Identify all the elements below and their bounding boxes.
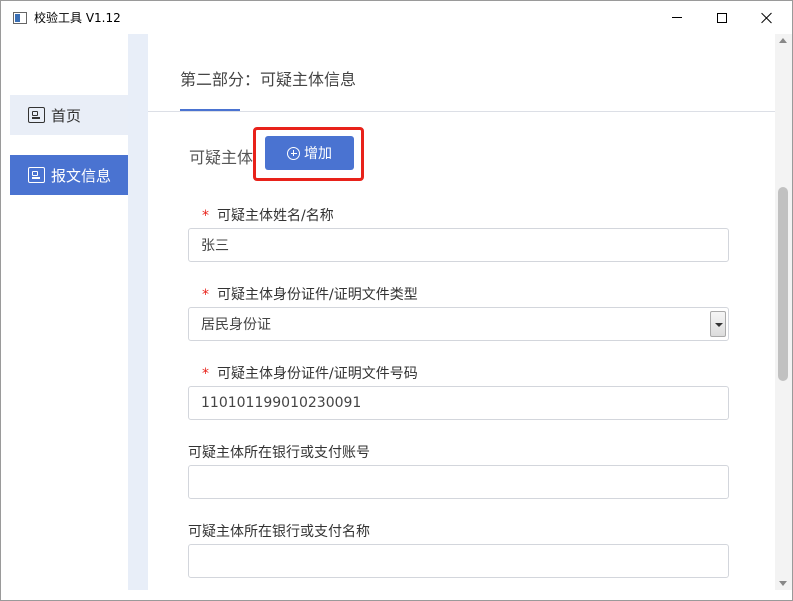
sidebar-item-label: 报文信息: [51, 166, 112, 185]
close-icon: [761, 12, 773, 24]
required-mark: *: [202, 208, 209, 224]
bank-account-input[interactable]: [188, 465, 729, 499]
sidebar-item-home[interactable]: 首页: [10, 95, 128, 135]
sidebar-item-label: 首页: [51, 106, 82, 125]
bank-name-field-label: 可疑主体所在银行或支付名称: [188, 524, 370, 540]
minimize-button[interactable]: [654, 1, 700, 34]
required-mark: *: [202, 287, 209, 303]
card-icon: [28, 167, 45, 183]
add-button-label: 增加: [304, 145, 332, 161]
app-window-icon: [13, 12, 27, 24]
app-window: 校验工具 V1.12 首页 报文信息 第二部分：可疑主体信息 可疑主体 增加 *…: [0, 0, 793, 601]
sidebar: 首页 报文信息: [1, 34, 128, 600]
main-content: 第二部分：可疑主体信息 可疑主体 增加 * 可疑主体姓名/名称 张三 * 可疑主体身…: [148, 34, 775, 590]
id-type-select[interactable]: 居民身份证: [188, 307, 729, 341]
card-icon: [28, 107, 45, 123]
scroll-down-icon[interactable]: [779, 581, 787, 586]
vertical-scrollbar[interactable]: [775, 34, 792, 590]
minimize-icon: [672, 17, 682, 18]
scroll-up-icon[interactable]: [779, 38, 787, 43]
title-bar[interactable]: 校验工具 V1.12: [1, 1, 792, 34]
maximize-button[interactable]: [699, 1, 745, 34]
id-number-input[interactable]: 110101199010230091: [188, 386, 729, 420]
required-mark: *: [202, 366, 209, 382]
name-field-label: * 可疑主体姓名/名称: [202, 208, 334, 224]
name-input[interactable]: 张三: [188, 228, 729, 262]
bank-name-input[interactable]: [188, 544, 729, 578]
maximize-icon: [717, 12, 727, 23]
id-number-field-label: * 可疑主体身份证件/证明文件号码: [202, 366, 418, 382]
chevron-down-icon[interactable]: [710, 311, 726, 337]
add-subject-button[interactable]: 增加: [265, 136, 354, 170]
tab-section-title[interactable]: 第二部分：可疑主体信息: [180, 66, 356, 90]
window-title: 校验工具 V1.12: [34, 11, 121, 25]
subject-label: 可疑主体: [189, 148, 254, 167]
sidebar-gutter: [128, 34, 148, 590]
tab-divider: [148, 111, 775, 112]
scroll-thumb[interactable]: [778, 187, 788, 381]
close-button[interactable]: [744, 1, 790, 34]
id-type-field-label: * 可疑主体身份证件/证明文件类型: [202, 287, 418, 303]
bank-account-field-label: 可疑主体所在银行或支付账号: [188, 445, 370, 461]
sidebar-item-report-info[interactable]: 报文信息: [10, 155, 128, 195]
plus-circle-icon: [287, 146, 300, 160]
